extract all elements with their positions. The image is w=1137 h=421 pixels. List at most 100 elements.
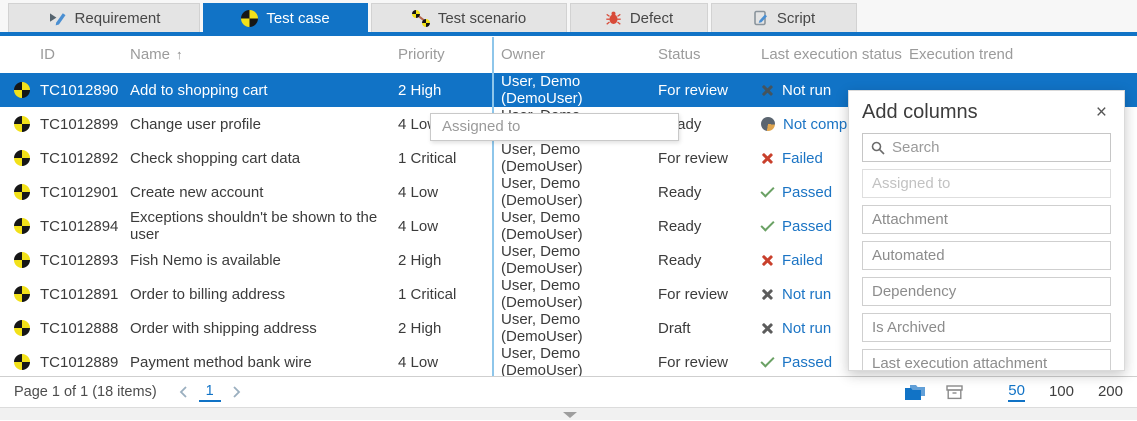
test-case-icon bbox=[14, 82, 30, 98]
passed-check-icon bbox=[760, 183, 774, 197]
column-header-last-execution-status[interactable]: Last execution status bbox=[761, 46, 902, 63]
dragged-column-ghost[interactable]: Assigned to bbox=[430, 113, 679, 141]
column-list-item[interactable]: Automated bbox=[862, 241, 1111, 270]
last-execution-link[interactable]: Passed bbox=[782, 184, 832, 201]
column-search-box[interactable] bbox=[862, 133, 1111, 162]
passed-check-icon bbox=[760, 217, 774, 231]
page-size-50[interactable]: 50 bbox=[1008, 382, 1025, 402]
pagination-right-tools: 50 100 200 bbox=[904, 382, 1123, 402]
cell-owner: User, Demo (DemoUser) bbox=[495, 175, 658, 209]
failed-icon bbox=[761, 254, 774, 267]
header-cell: Name ↑ bbox=[130, 46, 398, 63]
tab-defect[interactable]: Defect bbox=[570, 3, 708, 32]
not-run-icon bbox=[761, 84, 774, 97]
column-header-priority[interactable]: Priority bbox=[398, 46, 445, 63]
column-header-status[interactable]: Status bbox=[658, 46, 701, 63]
column-separator[interactable] bbox=[492, 37, 494, 376]
cell-name: Fish Nemo is available bbox=[130, 252, 398, 269]
column-list-item[interactable]: Attachment bbox=[862, 205, 1111, 234]
add-columns-title: Add columns bbox=[862, 101, 978, 124]
dragged-column-label: Assigned to bbox=[442, 118, 520, 135]
cell-owner: User, Demo (DemoUser) bbox=[495, 209, 658, 243]
scroll-down-indicator[interactable] bbox=[563, 412, 577, 418]
passed-check-icon bbox=[760, 353, 774, 367]
test-scenario-icon bbox=[412, 10, 430, 27]
tab-label: Script bbox=[777, 10, 815, 27]
last-execution-link[interactable]: Failed bbox=[782, 150, 823, 167]
tab-bar: Requirement Test case Test scenario Defect S… bbox=[0, 0, 1137, 32]
tab-test-scenario[interactable]: Test scenario bbox=[371, 3, 567, 32]
cell-id: TC1012892 bbox=[40, 150, 130, 167]
script-icon bbox=[753, 10, 769, 26]
header-cell: Last execution status bbox=[761, 46, 909, 63]
bottom-strip bbox=[0, 407, 1137, 420]
last-execution-link[interactable]: Passed bbox=[782, 218, 832, 235]
add-columns-header: Add columns × bbox=[849, 91, 1124, 128]
cell-priority: 4 Low bbox=[398, 184, 495, 201]
chevron-left-icon bbox=[176, 384, 192, 400]
cell-owner: User, Demo (DemoUser) bbox=[495, 243, 658, 277]
close-icon[interactable]: × bbox=[1092, 101, 1111, 124]
test-case-icon bbox=[14, 354, 30, 370]
page-size-100[interactable]: 100 bbox=[1049, 383, 1074, 401]
page-size-200[interactable]: 200 bbox=[1098, 383, 1123, 401]
sort-ascending-icon: ↑ bbox=[176, 47, 183, 62]
cell-status: Draft bbox=[658, 320, 761, 337]
cell-name: Order to billing address bbox=[130, 286, 398, 303]
last-execution-link[interactable]: Not run bbox=[782, 320, 831, 337]
tab-test-case[interactable]: Test case bbox=[203, 3, 368, 32]
requirement-icon bbox=[48, 10, 67, 26]
cell-priority: 2 High bbox=[398, 252, 495, 269]
header-cell: ID bbox=[40, 46, 130, 63]
cell-status: For review bbox=[658, 150, 761, 167]
defect-icon bbox=[605, 10, 622, 26]
column-header-execution-trend[interactable]: Execution trend bbox=[909, 46, 1013, 63]
last-execution-link[interactable]: Failed bbox=[782, 252, 823, 269]
test-case-icon bbox=[14, 286, 30, 302]
column-search-input[interactable] bbox=[892, 139, 1102, 156]
cell-id: TC1012893 bbox=[40, 252, 130, 269]
cell-id: TC1012901 bbox=[40, 184, 130, 201]
chevron-right-icon bbox=[228, 384, 244, 400]
cell-priority: 1 Critical bbox=[398, 286, 495, 303]
column-list-item[interactable]: Last execution attachment bbox=[862, 349, 1111, 371]
last-execution-link[interactable]: Not run bbox=[782, 82, 831, 99]
next-page-button[interactable] bbox=[225, 384, 247, 400]
tab-label: Test case bbox=[266, 10, 329, 27]
column-header-id[interactable]: ID bbox=[40, 46, 55, 63]
cell-status: Ready bbox=[658, 218, 761, 235]
search-icon bbox=[871, 141, 885, 155]
tab-requirement[interactable]: Requirement bbox=[8, 3, 200, 32]
header-cell: Owner bbox=[495, 46, 658, 63]
cell-name: Create new account bbox=[130, 184, 398, 201]
column-header-owner[interactable]: Owner bbox=[501, 46, 545, 63]
cell-id: TC1012889 bbox=[40, 354, 130, 371]
copy-folder-button[interactable] bbox=[904, 384, 927, 401]
column-list-item[interactable]: Assigned to bbox=[862, 169, 1111, 198]
test-case-icon bbox=[14, 150, 30, 166]
cell-id: TC1012890 bbox=[40, 82, 130, 99]
cell-priority: 4 Low bbox=[398, 218, 495, 235]
tab-label: Test scenario bbox=[438, 10, 526, 27]
test-case-icon bbox=[14, 218, 30, 234]
column-list-item[interactable]: Dependency bbox=[862, 277, 1111, 306]
page-summary: Page 1 of 1 (18 items) bbox=[14, 384, 157, 400]
cell-id: TC1012899 bbox=[40, 116, 130, 133]
archive-button[interactable] bbox=[945, 384, 964, 400]
tab-label: Defect bbox=[630, 10, 673, 27]
column-header-name[interactable]: Name bbox=[130, 46, 170, 63]
cell-name: Add to shopping cart bbox=[130, 82, 398, 99]
previous-page-button[interactable] bbox=[173, 384, 195, 400]
last-execution-link[interactable]: Passed bbox=[782, 354, 832, 371]
cell-priority: 2 High bbox=[398, 320, 495, 337]
column-list-item[interactable]: Is Archived bbox=[862, 313, 1111, 342]
tab-script[interactable]: Script bbox=[711, 3, 857, 32]
cell-name: Exceptions shouldn't be shown to the use… bbox=[130, 209, 398, 243]
last-execution-link[interactable]: Not run bbox=[782, 286, 831, 303]
page-number-button[interactable]: 1 bbox=[199, 383, 221, 402]
test-management-window: Requirement Test case Test scenario Defect S… bbox=[0, 0, 1137, 421]
cell-name: Check shopping cart data bbox=[130, 150, 398, 167]
header-cell: Execution trend bbox=[909, 46, 1137, 63]
cell-owner: User, Demo (DemoUser) bbox=[495, 311, 658, 345]
failed-icon bbox=[761, 152, 774, 165]
